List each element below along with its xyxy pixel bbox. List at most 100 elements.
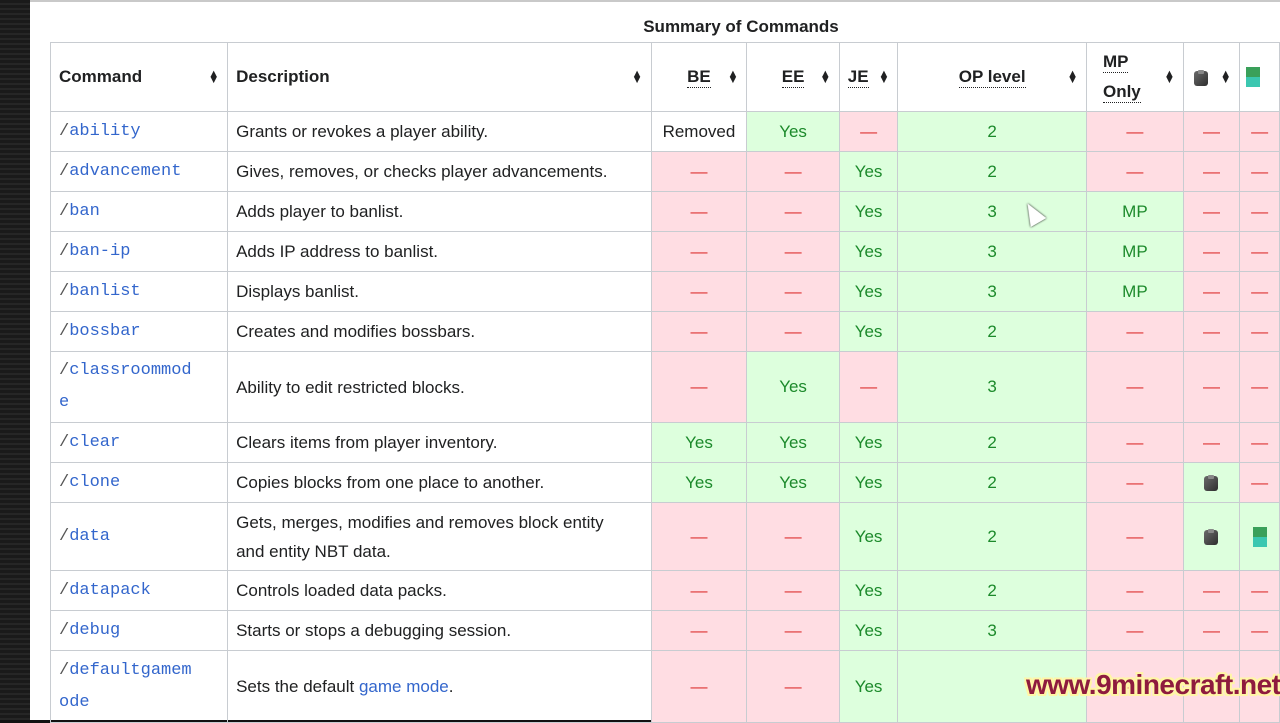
description-cell: Gives, removes, or checks player advance…: [227, 151, 652, 192]
op-level-cell: 2: [897, 502, 1087, 571]
table-row: /clone Copies blocks from one place to an…: [49, 462, 1280, 503]
mp-only-cell: —: [1085, 502, 1184, 571]
ee-cell: —: [746, 151, 840, 192]
description-cell: Starts or stops a debugging session.: [227, 610, 652, 651]
command-block-icon: [1202, 528, 1220, 546]
table-row: /classroommod e Ability to edit restricted…: [49, 351, 1280, 423]
command-link[interactable]: /ban-ip: [49, 231, 229, 272]
command-link[interactable]: /classroommod e: [49, 351, 229, 423]
op-level-cell: 3: [897, 231, 1087, 272]
block-cell: —: [1182, 311, 1241, 352]
mp-only-cell: —: [1085, 311, 1184, 352]
command-link[interactable]: /data: [49, 502, 229, 571]
je-cell: Yes: [838, 422, 899, 463]
mp-only-cell: —: [1085, 422, 1184, 463]
je-cell: Yes: [838, 502, 899, 571]
command-link[interactable]: /clone: [49, 462, 229, 503]
command-link[interactable]: /ban: [49, 191, 229, 232]
table-row: /data Gets, merges, modifies and removes …: [49, 502, 1280, 571]
mob-cell: —: [1239, 271, 1280, 312]
ee-cell: —: [746, 231, 840, 272]
block-cell: —: [1182, 231, 1241, 272]
header-row: Command ▲ ▼ Description ▲ ▼ BE ▲ ▼ EE ▲ ▼ JE ▲ ▼ O…: [49, 42, 1280, 112]
be-cell: Yes: [650, 422, 748, 463]
be-cell: Removed: [650, 111, 748, 152]
je-cell: Yes: [838, 191, 899, 232]
header-be[interactable]: BE ▲ ▼: [650, 42, 748, 112]
sort-icon[interactable]: ▲ ▼: [208, 69, 219, 86]
mp-only-cell: —: [1085, 570, 1184, 611]
je-cell: —: [838, 111, 899, 152]
header-op-level[interactable]: OP level ▲ ▼: [897, 42, 1087, 112]
command-block-icon: [1202, 474, 1220, 492]
description-cell: Adds player to banlist.: [227, 191, 652, 232]
table-row: /clear Clears items from player inventory…: [49, 422, 1280, 463]
be-cell: —: [650, 271, 748, 312]
watermark: www.9minecraft.net: [1026, 669, 1280, 700]
header-ee[interactable]: EE ▲ ▼: [746, 42, 840, 112]
description-cell: Sets the default game mode.: [227, 650, 652, 723]
be-cell: —: [650, 502, 748, 571]
header-description[interactable]: Description ▲ ▼: [227, 42, 652, 112]
mob-cell: —: [1239, 351, 1280, 423]
table-row: /advancement Gives, removes, or checks pl…: [49, 151, 1280, 192]
ee-cell: Yes: [746, 462, 840, 503]
mob-cell: [1239, 502, 1280, 571]
command-link[interactable]: /clear: [49, 422, 229, 463]
sort-icon[interactable]: ▲ ▼: [820, 69, 831, 86]
header-je[interactable]: JE ▲ ▼: [838, 42, 899, 112]
op-level-cell: 2: [897, 311, 1087, 352]
je-cell: Yes: [838, 151, 899, 192]
op-level-cell: 3: [897, 271, 1087, 312]
block-cell: —: [1182, 422, 1241, 463]
sort-icon[interactable]: ▲ ▼: [1067, 69, 1078, 86]
block-cell: [1182, 462, 1241, 503]
description-cell: Creates and modifies bossbars.: [227, 311, 652, 352]
mp-only-cell: —: [1085, 111, 1184, 152]
op-level-cell: 3: [897, 610, 1087, 651]
command-link[interactable]: /debug: [49, 610, 229, 651]
sort-icon[interactable]: ▲ ▼: [632, 69, 643, 86]
command-link[interactable]: /bossbar: [49, 311, 229, 352]
header-mp-only[interactable]: MP Only ▲ ▼: [1085, 42, 1184, 112]
description-cell: Ability to edit restricted blocks.: [227, 351, 652, 423]
mp-only-cell: —: [1085, 351, 1184, 423]
command-link[interactable]: /advancement: [49, 151, 229, 192]
be-cell: —: [650, 610, 748, 651]
be-cell: Yes: [650, 462, 748, 503]
sort-icon[interactable]: ▲ ▼: [1220, 69, 1231, 86]
command-link[interactable]: /banlist: [49, 271, 229, 312]
mob-icon: [1246, 67, 1261, 88]
mob-cell: —: [1239, 570, 1280, 611]
be-cell: —: [650, 231, 748, 272]
je-cell: Yes: [838, 462, 899, 503]
sort-icon[interactable]: ▲ ▼: [727, 69, 738, 86]
table-row: /banlist Displays banlist. — — Yes 3 MP — —: [49, 271, 1280, 312]
op-level-cell: 3: [897, 191, 1087, 232]
description-cell: Grants or revokes a player ability.: [227, 111, 652, 152]
block-cell: —: [1182, 191, 1241, 232]
header-command[interactable]: Command ▲ ▼: [49, 42, 229, 112]
header-command-block[interactable]: ▲ ▼: [1182, 42, 1241, 112]
je-cell: Yes: [838, 650, 899, 723]
sort-icon[interactable]: ▲ ▼: [878, 69, 889, 86]
command-link[interactable]: /ability: [49, 111, 229, 152]
game-mode-link[interactable]: game mode: [359, 677, 449, 696]
table-caption: Summary of Commands: [643, 17, 839, 36]
je-cell: Yes: [838, 610, 899, 651]
be-cell: —: [650, 570, 748, 611]
table-row: /bossbar Creates and modifies bossbars. — —…: [49, 311, 1280, 352]
command-link[interactable]: /datapack: [49, 570, 229, 611]
wiki-page: Summary of Commands Command ▲ ▼ Descriptio…: [30, 0, 1280, 723]
block-cell: —: [1182, 570, 1241, 611]
table-row: /ability Grants or revokes a player abili…: [49, 111, 1280, 152]
op-level-cell: 2: [897, 111, 1087, 152]
be-cell: —: [650, 650, 748, 723]
op-level-cell: 2: [897, 462, 1087, 503]
command-link[interactable]: /defaultgamem ode: [49, 650, 229, 723]
je-cell: Yes: [838, 570, 899, 611]
header-mob[interactable]: [1239, 42, 1280, 112]
sort-icon[interactable]: ▲ ▼: [1164, 69, 1175, 86]
block-cell: —: [1182, 151, 1241, 192]
op-level-cell: 2: [897, 151, 1087, 192]
